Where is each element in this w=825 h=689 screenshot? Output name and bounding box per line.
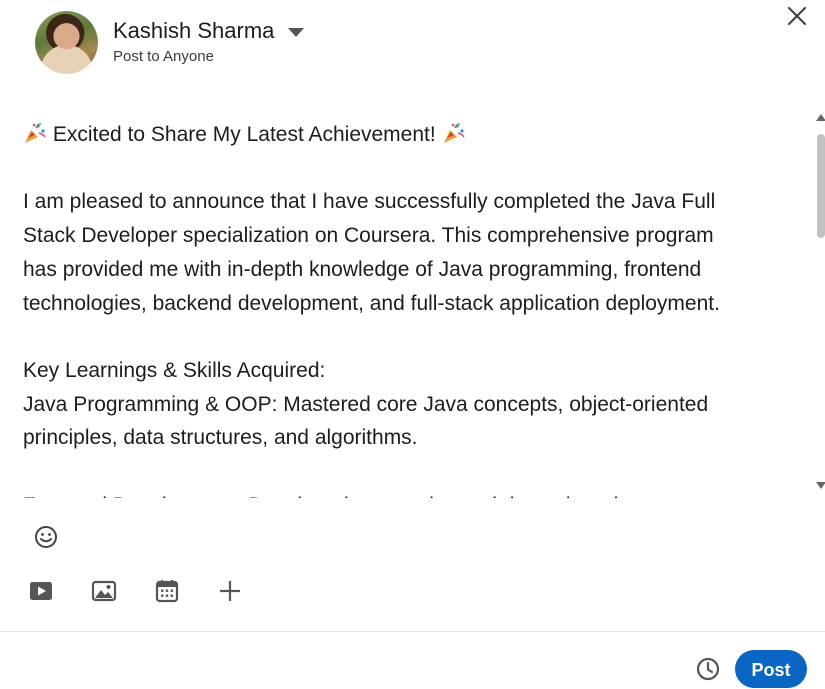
post-button[interactable]: Post [735, 650, 807, 688]
photo-icon[interactable] [90, 577, 118, 605]
post-line: has provided me with in-depth knowledge … [23, 257, 702, 281]
add-icon[interactable] [216, 577, 244, 605]
close-icon[interactable] [785, 4, 809, 28]
event-calendar-icon[interactable] [153, 577, 181, 605]
post-line: Key Learnings & Skills Acquired: [23, 358, 326, 382]
post-line-blank [23, 152, 803, 186]
scrollbar-thumb[interactable] [817, 134, 825, 238]
video-icon[interactable] [27, 577, 55, 605]
footer-divider [0, 631, 825, 632]
party-popper-icon [443, 123, 465, 143]
scroll-up-arrow-icon[interactable] [816, 114, 825, 121]
post-headline-text: Excited to Share My Latest Achievement! [52, 123, 436, 146]
post-line-blank [23, 320, 803, 354]
post-line: I am pleased to announce that I have suc… [23, 190, 716, 214]
post-line: principles, data structures, and algorit… [23, 426, 418, 450]
clock-icon[interactable] [695, 656, 721, 682]
party-popper-icon [25, 123, 46, 143]
post-line: technologies, backend development, and f… [23, 291, 720, 315]
emoji-icon[interactable] [33, 524, 59, 550]
scroll-down-arrow-icon[interactable] [816, 482, 825, 489]
post-line: Java Programming & OOP: Mastered core Ja… [23, 392, 709, 416]
composer-header: Kashish Sharma Post to Anyone [35, 11, 435, 75]
post-headline: Excited to Share My Latest Achievement! [23, 118, 803, 152]
avatar[interactable] [35, 11, 98, 74]
post-line: Frontend Development: Developed responsi… [23, 489, 803, 498]
author-name[interactable]: Kashish Sharma [113, 18, 274, 44]
post-line: Stack Developer specialization on Course… [23, 224, 714, 248]
chevron-down-icon[interactable] [288, 28, 304, 37]
post-line-blank [23, 455, 803, 489]
post-editor[interactable]: Excited to Share My Latest Achievement! … [23, 118, 803, 498]
post-visibility[interactable]: Post to Anyone [113, 48, 214, 65]
